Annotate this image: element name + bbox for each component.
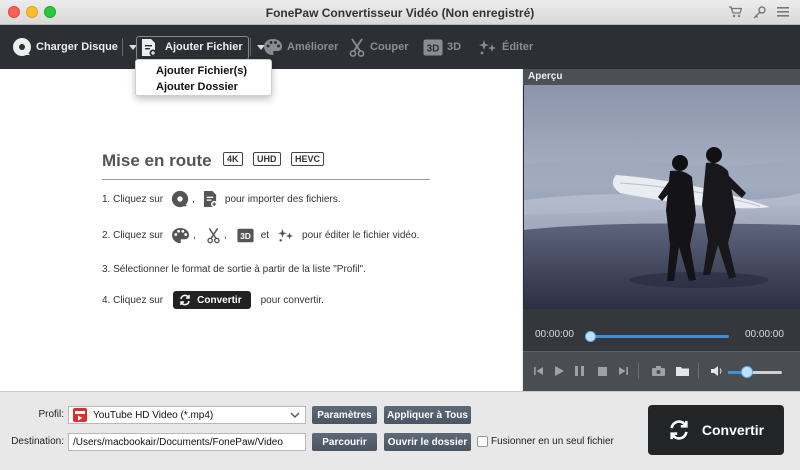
menu-item-add-folder[interactable]: Ajouter Dossier <box>136 79 271 95</box>
edit-button[interactable]: Éditer <box>478 25 533 69</box>
step-2: 2. Cliquez sur , , 3D et pour éditer le … <box>102 227 419 244</box>
sparkle-icon <box>478 39 498 56</box>
step-2-comma-1: , <box>193 230 196 241</box>
open-folder-button[interactable]: Ouvrir le dossier <box>384 433 471 451</box>
key-icon[interactable] <box>752 5 766 19</box>
surfers-image <box>524 85 800 309</box>
output-settings-panel: Profil: YouTube HD Video (*.mp4) Paramèt… <box>0 391 800 470</box>
window-title: FonePaw Convertisseur Vidéo (Non enregis… <box>265 6 535 20</box>
play-icon[interactable] <box>553 364 565 378</box>
step-1-comma: , <box>192 193 195 205</box>
badge-uhd: UHD <box>253 152 281 166</box>
stop-icon[interactable] <box>596 364 608 378</box>
getting-started-title: Mise en route <box>102 151 212 170</box>
divider <box>102 179 430 180</box>
preview-header: Aperçu <box>523 69 800 85</box>
file-list-area[interactable]: Mise en route 4K UHD HEVC 1. Cliquez sur… <box>0 69 522 391</box>
chevron-down-icon <box>290 410 300 420</box>
seek-handle[interactable] <box>585 331 596 342</box>
apply-all-button[interactable]: Appliquer à Tous <box>384 406 471 424</box>
total-time: 00:00:00 <box>745 329 784 340</box>
profile-label: Profil: <box>38 409 64 420</box>
merge-label: Fusionner en un seul fichier <box>491 436 614 447</box>
palette-icon <box>263 38 283 56</box>
sparkle-icon <box>277 228 295 243</box>
enhance-label: Améliorer <box>287 41 339 53</box>
step-1-text-a: 1. Cliquez sur <box>102 193 164 205</box>
add-file-label: Ajouter Fichier <box>165 41 243 53</box>
merge-checkbox[interactable] <box>477 436 488 447</box>
svg-text:3D: 3D <box>427 43 440 54</box>
step-2-comma-2: , <box>223 230 227 241</box>
edit-label: Éditer <box>502 41 534 53</box>
skip-forward-icon[interactable] <box>617 364 629 378</box>
badge-hevc: HEVC <box>291 152 325 166</box>
browse-button[interactable]: Parcourir <box>312 433 377 451</box>
scissors-icon <box>348 38 366 57</box>
add-file-dropdown-menu: Ajouter Fichier(s) Ajouter Dossier <box>135 59 272 96</box>
refresh-icon <box>179 294 191 306</box>
pause-icon[interactable] <box>573 364 585 378</box>
step-4-text-a: 4. Cliquez sur <box>102 294 164 306</box>
step-1-text-c: pour importer des fichiers. <box>224 193 341 205</box>
inline-convert-button[interactable]: Convertir <box>173 291 251 309</box>
separator <box>638 363 639 379</box>
enhance-button[interactable]: Améliorer <box>263 25 338 69</box>
profile-select[interactable]: YouTube HD Video (*.mp4) <box>68 406 306 424</box>
convert-label: Convertir <box>701 422 765 438</box>
3d-label: 3D <box>447 41 462 53</box>
load-disc-button[interactable]: Charger Disque <box>12 25 137 69</box>
add-file-icon <box>141 38 157 57</box>
disc-icon <box>12 37 32 57</box>
separator <box>698 363 699 379</box>
step-2-text-a: 2. Cliquez sur <box>102 230 164 241</box>
step-4-text-b: pour convertir. <box>260 294 324 306</box>
settings-button[interactable]: Paramètres <box>312 406 377 424</box>
separator <box>249 38 251 56</box>
disc-icon <box>171 190 189 208</box>
cut-label: Couper <box>370 41 409 53</box>
menu-item-add-files[interactable]: Ajouter Fichier(s) <box>136 63 271 79</box>
title-bar: FonePaw Convertisseur Vidéo (Non enregis… <box>0 0 800 25</box>
scissors-icon <box>206 227 221 244</box>
separator <box>121 38 123 56</box>
add-file-icon <box>203 190 218 208</box>
step-1: 1. Cliquez sur , pour importer des fichi… <box>102 190 341 208</box>
cart-icon[interactable] <box>728 5 742 19</box>
step-2-text-e: pour éditer le fichier vidéo. <box>302 230 420 241</box>
refresh-icon <box>668 419 690 441</box>
step-4: 4. Cliquez sur Convertir pour convertir. <box>102 291 324 309</box>
destination-input[interactable]: /Users/macbookair/Documents/FonePaw/Vide… <box>68 433 306 451</box>
load-disc-label: Charger Disque <box>36 41 118 53</box>
preview-video <box>524 85 800 309</box>
current-time: 00:00:00 <box>535 329 574 340</box>
skip-back-icon[interactable] <box>533 364 545 378</box>
badge-4k: 4K <box>223 152 243 166</box>
svg-text:3D: 3D <box>240 231 251 241</box>
convert-button[interactable]: Convertir <box>648 405 784 455</box>
step-2-and: et <box>260 230 270 241</box>
inline-convert-label: Convertir <box>197 294 242 306</box>
profile-value: YouTube HD Video (*.mp4) <box>93 409 214 421</box>
seek-bar[interactable] <box>589 335 729 338</box>
volume-handle[interactable] <box>740 366 753 378</box>
cut-button[interactable]: Couper <box>348 25 409 69</box>
playback-controls <box>523 351 800 391</box>
preview-panel: Aperçu 00:00:00 00:00:00 <box>523 69 800 391</box>
youtube-icon <box>73 408 87 422</box>
3d-button[interactable]: 3D 3D <box>423 25 461 69</box>
camera-icon[interactable] <box>651 364 665 378</box>
menu-icon[interactable] <box>776 5 790 19</box>
step-3: 3. Sélectionner le format de sortie à pa… <box>102 264 366 275</box>
destination-label: Destination: <box>11 436 64 447</box>
palette-icon <box>171 227 190 244</box>
toolbar: Charger Disque Ajouter Fichier Améliorer… <box>0 25 800 69</box>
folder-icon[interactable] <box>675 364 689 378</box>
titlebar-icons <box>728 5 790 19</box>
3d-icon: 3D <box>423 39 443 56</box>
3d-icon: 3D <box>237 228 254 243</box>
timeline: 00:00:00 00:00:00 <box>523 309 800 351</box>
volume-icon[interactable] <box>710 364 724 378</box>
